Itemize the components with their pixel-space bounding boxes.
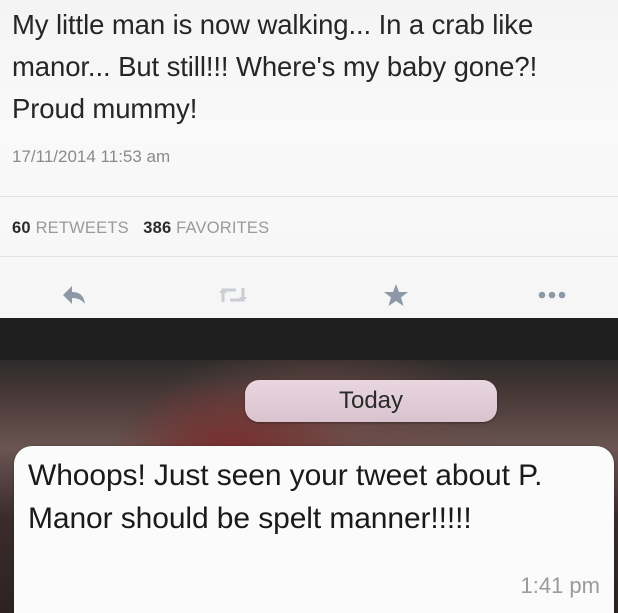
divider (0, 256, 618, 257)
divider (0, 196, 618, 197)
favorite-button[interactable] (376, 278, 416, 312)
retweet-button[interactable] (213, 278, 253, 312)
retweet-label[interactable]: RETWEETS (36, 219, 129, 237)
message-text: Whoops! Just seen your tweet about P. Ma… (28, 459, 543, 535)
day-separator: Today (245, 380, 497, 422)
tweet-actions (0, 278, 618, 314)
day-label: Today (338, 387, 404, 414)
more-dots-icon (538, 291, 566, 299)
reply-icon (63, 286, 85, 304)
favorite-count: 386 (143, 219, 172, 237)
favorite-label[interactable]: FAVORITES (176, 219, 269, 237)
more-button[interactable] (532, 278, 572, 312)
message-panel: Today Whoops! Just seen your tweet about… (0, 318, 618, 613)
favorite-star-icon (384, 284, 408, 306)
message-top-bar (0, 318, 618, 360)
tweet-panel: My little man is now walking... In a cra… (0, 0, 618, 318)
retweet-count: 60 (12, 219, 31, 237)
tweet-text: My little man is now walking... In a cra… (12, 9, 538, 124)
tweet-stats: 60 RETWEETS 386 FAVORITES (12, 219, 269, 238)
reply-button[interactable] (54, 278, 94, 312)
message-bubble[interactable]: Whoops! Just seen your tweet about P. Ma… (14, 446, 614, 613)
tweet-timestamp: 17/11/2014 11:53 am (12, 147, 171, 166)
retweet-icon (219, 288, 247, 302)
message-time: 1:41 pm (520, 573, 601, 598)
